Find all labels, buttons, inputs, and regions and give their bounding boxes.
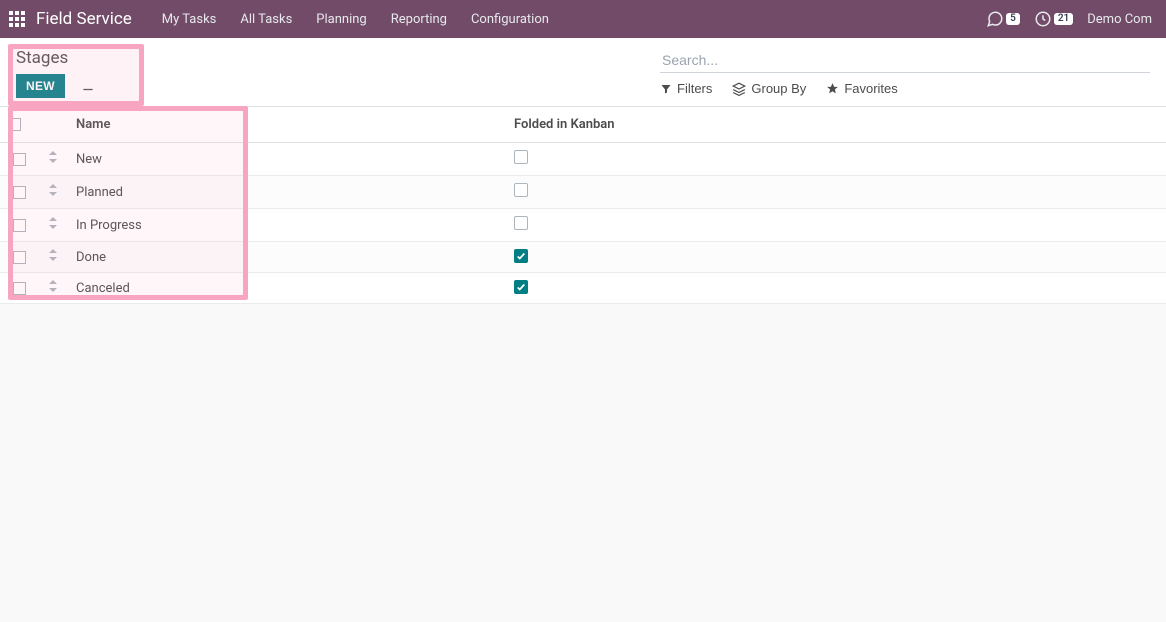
nav-configuration[interactable]: Configuration <box>459 2 561 37</box>
table-row[interactable]: Done <box>0 242 1166 273</box>
checked-icon[interactable] <box>514 280 528 294</box>
stages-table: Name Folded in Kanban NewPlannedIn Progr… <box>0 107 1166 304</box>
layers-icon <box>732 82 746 96</box>
table-row[interactable]: New <box>0 143 1166 176</box>
cell-folded[interactable] <box>506 242 1166 273</box>
download-button[interactable] <box>77 75 99 97</box>
nav-reporting[interactable]: Reporting <box>379 2 459 37</box>
apps-icon[interactable] <box>8 10 26 28</box>
search-input[interactable] <box>660 48 1150 73</box>
topbar-right: 5 21 Demo Com <box>986 10 1158 28</box>
cell-name[interactable]: New <box>68 143 506 176</box>
row-checkbox[interactable] <box>13 251 26 264</box>
drag-handle-icon[interactable] <box>48 151 58 163</box>
cell-folded[interactable] <box>506 143 1166 176</box>
app-brand[interactable]: Field Service <box>36 9 132 29</box>
cell-folded[interactable] <box>506 273 1166 304</box>
row-checkbox[interactable] <box>13 186 26 199</box>
control-panel: Stages NEW Filters Group By Favorites <box>0 38 1166 107</box>
nav-planning[interactable]: Planning <box>304 2 378 37</box>
header-select-all[interactable] <box>0 107 38 143</box>
table-row[interactable]: In Progress <box>0 209 1166 242</box>
cell-name[interactable]: Canceled <box>68 273 506 304</box>
button-row: NEW <box>16 74 99 98</box>
unchecked-icon[interactable] <box>514 150 528 164</box>
cell-folded[interactable] <box>506 176 1166 209</box>
favorites-label: Favorites <box>844 81 897 96</box>
new-button[interactable]: NEW <box>16 74 65 98</box>
row-checkbox[interactable] <box>13 282 26 295</box>
favorites-button[interactable]: Favorites <box>826 81 897 96</box>
header-folded[interactable]: Folded in Kanban <box>506 107 1166 143</box>
nav-my-tasks[interactable]: My Tasks <box>150 2 229 37</box>
nav-items: My Tasks All Tasks Planning Reporting Co… <box>150 2 561 37</box>
header-name[interactable]: Name <box>68 107 506 143</box>
groupby-label: Group By <box>751 81 806 96</box>
row-checkbox[interactable] <box>13 153 26 166</box>
cell-name[interactable]: Done <box>68 242 506 273</box>
table-row[interactable]: Planned <box>0 176 1166 209</box>
nav-all-tasks[interactable]: All Tasks <box>228 2 304 37</box>
control-right: Filters Group By Favorites <box>660 48 1150 96</box>
funnel-icon <box>660 83 672 95</box>
top-navbar: Field Service My Tasks All Tasks Plannin… <box>0 0 1166 38</box>
filters-button[interactable]: Filters <box>660 81 712 96</box>
table-row[interactable]: Canceled <box>0 273 1166 304</box>
star-icon <box>826 82 839 95</box>
activities-icon[interactable]: 21 <box>1034 10 1073 28</box>
list-view: Name Folded in Kanban NewPlannedIn Progr… <box>0 107 1166 304</box>
control-left: Stages NEW <box>16 48 99 98</box>
row-checkbox[interactable] <box>13 219 26 232</box>
groupby-button[interactable]: Group By <box>732 81 806 96</box>
page-title: Stages <box>16 48 99 68</box>
drag-handle-icon[interactable] <box>48 249 58 261</box>
filter-row: Filters Group By Favorites <box>660 81 1150 96</box>
cell-name[interactable]: In Progress <box>68 209 506 242</box>
drag-handle-icon[interactable] <box>48 217 58 229</box>
header-handle <box>38 107 68 143</box>
unchecked-icon[interactable] <box>514 216 528 230</box>
unchecked-icon[interactable] <box>514 183 528 197</box>
checked-icon[interactable] <box>514 249 528 263</box>
activities-badge: 21 <box>1054 13 1073 25</box>
messages-badge: 5 <box>1006 13 1020 25</box>
messages-icon[interactable]: 5 <box>986 10 1020 28</box>
drag-handle-icon[interactable] <box>48 184 58 196</box>
cell-folded[interactable] <box>506 209 1166 242</box>
cell-name[interactable]: Planned <box>68 176 506 209</box>
user-menu[interactable]: Demo Com <box>1087 12 1152 27</box>
drag-handle-icon[interactable] <box>48 280 58 292</box>
filters-label: Filters <box>677 81 712 96</box>
